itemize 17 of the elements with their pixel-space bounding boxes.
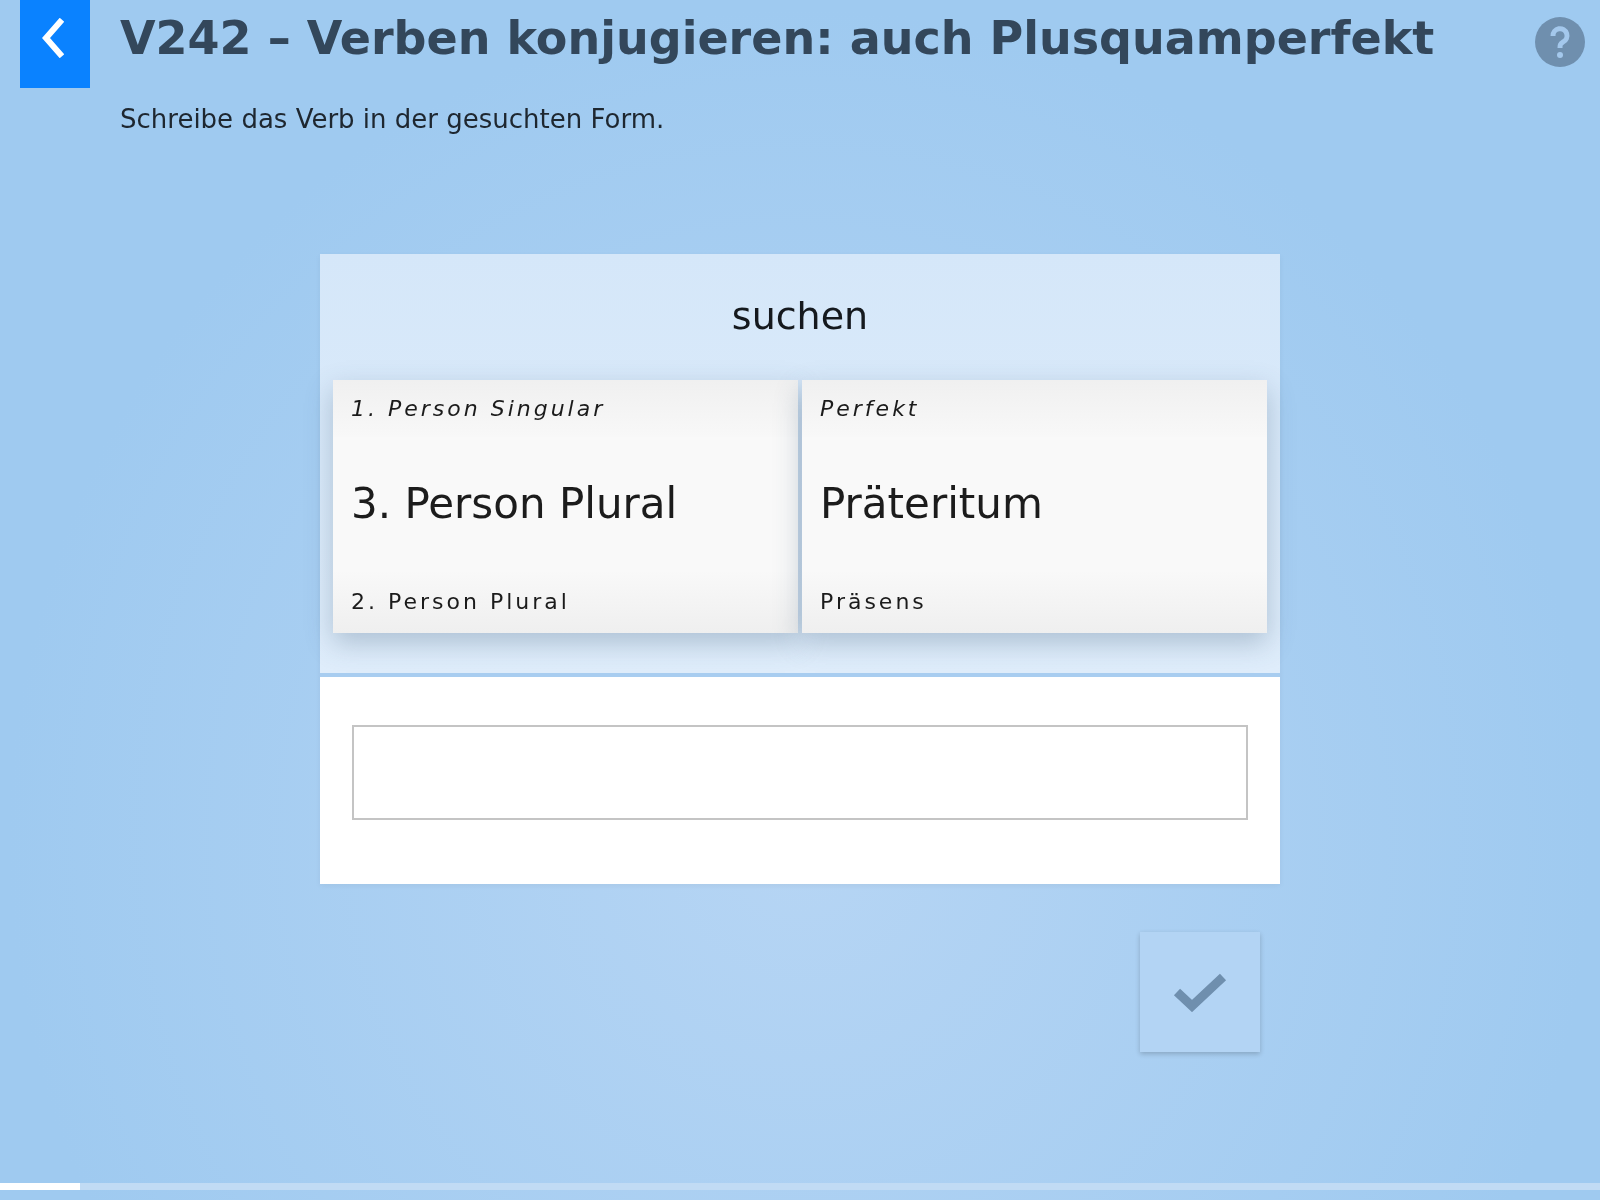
picker-option[interactable]: Perfekt (802, 380, 1267, 437)
help-icon[interactable] (1535, 17, 1585, 67)
verb-text: suchen (730, 294, 870, 338)
page-title: V242 – Verben konjugieren: auch Plusquamperfekt (120, 10, 1436, 66)
picker-option[interactable]: 1. Person Singular (333, 380, 798, 437)
chevron-left-icon (40, 18, 64, 58)
picker-option[interactable]: Präsens (802, 570, 1267, 633)
picker-option[interactable]: Präteritum (802, 437, 1267, 570)
picker-option[interactable]: 2. Person Plural (333, 570, 798, 633)
picker-wheel[interactable]: Perfekt Präteritum Präsens (802, 380, 1267, 633)
picker-option[interactable]: 3. Person Plural (333, 437, 798, 570)
checkmark-icon (1172, 972, 1228, 1012)
answer-field[interactable] (352, 725, 1248, 820)
back-button[interactable] (20, 0, 90, 88)
check-button[interactable] (1140, 932, 1260, 1052)
picker-wheel[interactable]: 1. Person Singular 3. Person Plural 2. Person Plural (333, 380, 798, 633)
instruction-text: Schreibe das Verb in der gesuchten Form. (120, 104, 666, 134)
